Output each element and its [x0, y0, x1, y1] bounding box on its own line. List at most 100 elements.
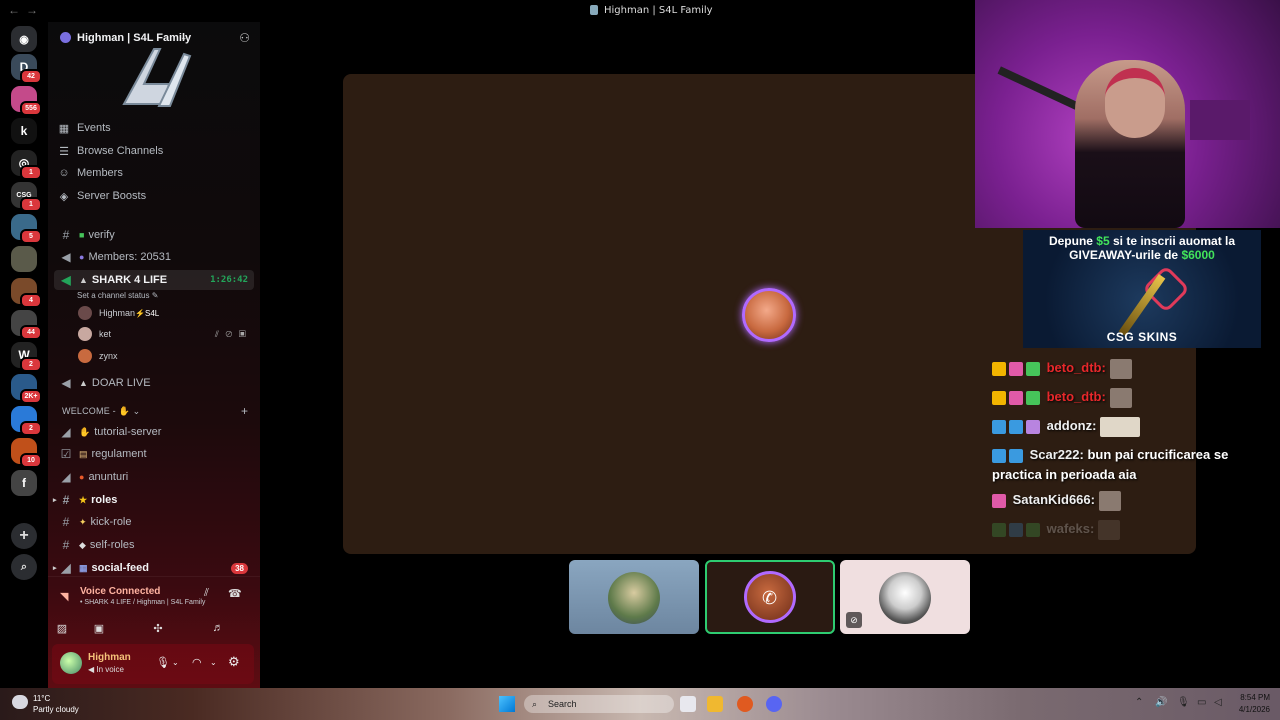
server-icon[interactable]: 10: [11, 438, 42, 468]
server-icon[interactable]: k: [11, 118, 37, 144]
sparkle-emoji-icon: ✦: [79, 516, 87, 527]
server-icon[interactable]: CSG 1: [11, 182, 42, 212]
voice-timer: 1:26:42: [210, 275, 248, 285]
shark-emoji-icon: ▲: [79, 275, 88, 285]
server-icon[interactable]: 4: [11, 278, 42, 308]
mention-badge: 1: [20, 165, 42, 180]
nav-server-boosts[interactable]: ◈ Server Boosts: [58, 186, 146, 206]
back-arrow-icon[interactable]: ←: [8, 3, 20, 17]
participant-tile[interactable]: [569, 560, 699, 634]
create-channel-icon[interactable]: +: [241, 404, 248, 418]
weather-temp: 11°C: [33, 694, 51, 703]
caret-right-icon: ▸: [53, 497, 57, 504]
discord-home-icon[interactable]: ◉: [11, 26, 37, 52]
clock-date[interactable]: 4/1/2026: [1232, 705, 1270, 714]
server-icon[interactable]: D 42: [11, 54, 42, 84]
camera-off-button[interactable]: ▨: [48, 619, 77, 637]
channel-roles[interactable]: ▸ # ★ roles: [53, 490, 254, 510]
voice-user[interactable]: ket ⫽ ⊘ ▣: [78, 324, 248, 344]
sponsor-banner: Depune $5 si te inscrii auomat la GIVEAW…: [1023, 230, 1261, 348]
server-icon[interactable]: 5: [11, 214, 42, 244]
dice-emoji-icon: ◆: [79, 539, 86, 550]
forward-arrow-icon[interactable]: →: [26, 3, 38, 17]
voice-connected-panel: ◥ Voice Connected • SHARK 4 LIFE / Highm…: [48, 576, 260, 642]
avatar[interactable]: [60, 652, 82, 674]
audio-options-chevron-icon[interactable]: ⌄: [210, 658, 217, 667]
chat-message: beto_dtb:: [992, 387, 1262, 411]
mic-tray-icon[interactable]: 🎙: [1177, 697, 1190, 708]
channel-verify[interactable]: # ■ verify: [54, 225, 254, 245]
voice-user[interactable]: zynx: [78, 346, 248, 366]
server-icon[interactable]: [11, 246, 37, 272]
server-icon[interactable]: f: [11, 470, 37, 496]
volume-icon[interactable]: 🔊: [1155, 697, 1167, 708]
calendar-icon: ▦: [58, 122, 70, 135]
signal-icon[interactable]: ◥: [60, 590, 68, 603]
window-title: Highman | S4L Family: [590, 5, 713, 16]
announce-icon: ◢: [61, 425, 71, 439]
speaker-icon: ◀: [61, 250, 71, 264]
taskbar-search[interactable]: ⌕ Search: [524, 695, 674, 713]
noise-suppression-icon[interactable]: ⫽: [204, 587, 209, 600]
channel-self-roles[interactable]: # ◆ self-roles: [54, 535, 254, 555]
category-welcome[interactable]: WELCOME - ✋ ⌄: [62, 406, 140, 417]
channel-anunturi[interactable]: ◢ ● anunturi: [54, 467, 254, 487]
server-icon[interactable]: 44: [11, 310, 42, 340]
chat-username: wafeks:: [1043, 521, 1095, 536]
channel-members-count[interactable]: ◀ ● Members: 20531: [54, 247, 254, 267]
add-server-icon[interactable]: +: [11, 523, 37, 549]
server-icon[interactable]: 2K+: [11, 374, 42, 404]
channel-social-feed[interactable]: ▸ ◢ ▦ social-feed 38: [53, 558, 254, 578]
microphone-icon[interactable]: 🎙: [156, 656, 170, 669]
taskbar: 11°C Partly cloudy ⌕ Search ⌃ 🔊 🎙 ▭ ◁ 8:5…: [0, 688, 1280, 720]
crown-badge-icon: [992, 361, 1006, 376]
channel-tutorial-server[interactable]: ◢ ✋ tutorial-server: [54, 422, 254, 442]
channel-doar-live[interactable]: ◀ ▲ DOAR LIVE: [54, 373, 254, 393]
participant-tile[interactable]: ⊘: [840, 560, 970, 634]
settings-gear-icon[interactable]: ⚙: [228, 654, 240, 670]
star-emoji-icon: ★: [79, 494, 88, 505]
disconnect-icon[interactable]: ☎: [228, 587, 242, 600]
mention-badge: 1: [20, 197, 42, 212]
tray-overflow-icon[interactable]: ⌃: [1135, 697, 1143, 708]
mic-options-chevron-icon[interactable]: ⌄: [172, 658, 179, 667]
nav-browse-channels[interactable]: ☰ Browse Channels: [58, 141, 163, 161]
windows-start-icon[interactable]: [499, 696, 515, 712]
voice-connected-location[interactable]: • SHARK 4 LIFE / Highman | S4L Family: [80, 599, 205, 606]
soundboard-button[interactable]: ♬: [203, 619, 233, 637]
server-icon[interactable]: W2: [11, 342, 42, 372]
server-icon[interactable]: ◎ 1: [11, 150, 42, 180]
headphones-icon[interactable]: ◠: [192, 656, 202, 669]
emote-icon: [1098, 519, 1121, 540]
brave-browser-icon[interactable]: [737, 696, 753, 712]
rules-icon: ☑: [60, 447, 72, 461]
muted-video-icon: ⊘: [846, 612, 862, 628]
speaker-tray-icon[interactable]: ◁: [1214, 697, 1222, 708]
weather-cloud-icon[interactable]: [12, 695, 28, 709]
invite-people-icon[interactable]: ⚇: [239, 31, 250, 45]
participant-tile-selected[interactable]: ✆: [705, 560, 835, 634]
discord-app-icon[interactable]: [766, 696, 782, 712]
discover-icon[interactable]: ⌕: [11, 554, 37, 580]
activities-button[interactable]: ✣: [143, 619, 173, 637]
chat-username: addonz:: [1043, 418, 1097, 433]
network-icon[interactable]: ▭: [1197, 697, 1206, 708]
speaker-icon: ◀: [61, 376, 71, 390]
channel-shark-4-life[interactable]: ◀ ▲ SHARK 4 LIFE 1:26:42: [54, 270, 254, 290]
voice-user[interactable]: Highman ⚡S4L: [78, 303, 248, 323]
screen-share-button[interactable]: ▣: [84, 619, 114, 637]
nav-events[interactable]: ▦ Events: [58, 118, 111, 138]
file-explorer-icon[interactable]: [707, 696, 723, 712]
server-icon[interactable]: 2: [11, 406, 42, 436]
channel-kick-role[interactable]: # ✦ kick-role: [54, 512, 254, 532]
task-view-icon[interactable]: [680, 696, 696, 712]
nav-members[interactable]: ☺ Members: [58, 163, 122, 183]
channel-regulament[interactable]: ☑ ▤ regulament: [54, 444, 254, 464]
screen-share-icon: ▣: [93, 622, 105, 635]
server-icon[interactable]: 556: [11, 86, 42, 116]
channel-status[interactable]: Set a channel status ✎: [77, 291, 158, 300]
chat-message: beto_dtb:: [992, 358, 1262, 382]
chat-username: SatanKid666:: [1009, 492, 1095, 507]
person-emoji-icon: ●: [79, 252, 85, 262]
clock-time[interactable]: 8:54 PM: [1232, 693, 1270, 702]
